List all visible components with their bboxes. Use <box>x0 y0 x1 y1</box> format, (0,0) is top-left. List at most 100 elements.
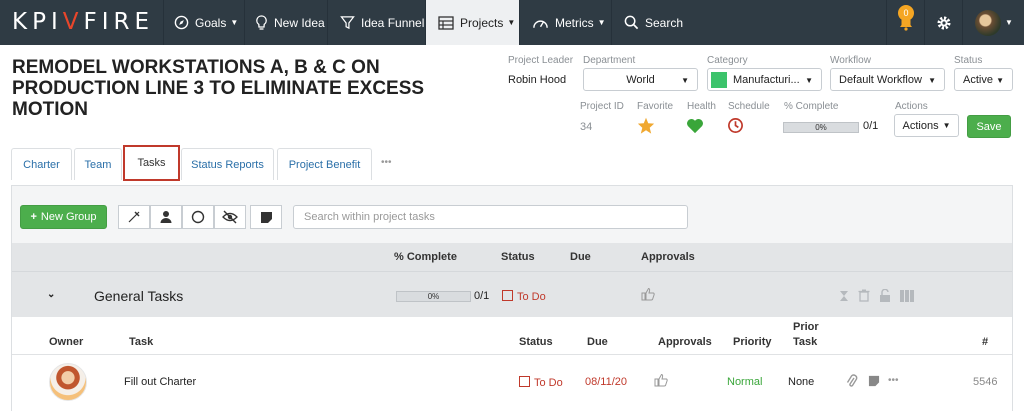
task-prior-task[interactable]: None <box>788 376 814 388</box>
nav-metrics-label: Metrics <box>555 15 594 30</box>
favorite-label: Favorite <box>637 101 674 112</box>
project-progress-bar: 0% <box>783 122 859 133</box>
checkbox-icon <box>519 376 530 387</box>
category-select[interactable]: Manufacturi... ▼ <box>707 68 822 91</box>
notification-count-badge: 0 <box>898 5 914 21</box>
compass-icon <box>174 15 189 30</box>
group-status[interactable]: To Do <box>502 290 546 303</box>
gauge-icon <box>532 16 549 30</box>
department-select[interactable]: World ▼ <box>583 68 698 91</box>
project-leader-value: Robin Hood <box>508 74 567 86</box>
status-value: Active <box>963 73 993 86</box>
nav-projects-label: Projects <box>460 15 504 30</box>
sticky-note-icon[interactable] <box>868 375 880 387</box>
schedule-label: Schedule <box>728 101 770 112</box>
sticky-note-icon <box>260 211 272 223</box>
actions-button[interactable]: Actions ▼ <box>894 114 959 137</box>
settings-button[interactable] <box>924 0 962 45</box>
nav-goals-label: Goals <box>195 15 227 30</box>
task-search-input[interactable]: Search within project tasks <box>293 205 688 229</box>
kpifire-logo[interactable]: KPIVFIRE <box>12 9 154 35</box>
tab-tasks[interactable]: Tasks <box>123 145 180 181</box>
collapse-chevron-icon[interactable]: ⌄ <box>47 289 55 300</box>
owner-filter-button[interactable] <box>150 205 182 229</box>
more-options-icon[interactable]: ••• <box>888 375 899 386</box>
status-filter-button[interactable] <box>182 205 214 229</box>
task-priority[interactable]: Normal <box>727 376 762 388</box>
group-progress-count: 0/1 <box>474 290 490 302</box>
col-approvals-header: Approvals <box>641 251 695 263</box>
tab-status-reports[interactable]: Status Reports <box>181 148 274 180</box>
notes-button[interactable] <box>250 205 282 229</box>
trash-icon[interactable] <box>858 289 870 302</box>
col-due-header: Due <box>570 251 591 263</box>
task-due-date[interactable]: 08/11/20 <box>585 376 627 388</box>
task-table-header <box>12 317 1012 355</box>
col-task-header: Task <box>129 336 154 348</box>
col-status-header: Status <box>501 251 535 263</box>
nav-goals[interactable]: Goals ▼ <box>163 0 244 45</box>
pin-filter-button[interactable] <box>118 205 150 229</box>
task-status[interactable]: To Do <box>519 376 563 389</box>
new-group-label: New Group <box>40 211 97 223</box>
nav-search[interactable]: Search <box>611 0 701 45</box>
col-prior-task-header-line1: Prior <box>793 321 819 333</box>
new-group-button[interactable]: + New Group <box>20 205 107 229</box>
more-tabs-icon[interactable]: ••• <box>381 157 392 168</box>
category-color-swatch <box>711 71 727 88</box>
chevron-down-icon: ▼ <box>681 76 689 85</box>
department-label: Department <box>583 55 636 66</box>
health-label: Health <box>687 101 716 112</box>
checkbox-icon <box>502 290 513 301</box>
lightbulb-icon <box>255 14 268 31</box>
nav-idea-funnel-label: Idea Funnel <box>361 15 425 30</box>
funnel-icon <box>340 15 355 30</box>
nav-idea-funnel[interactable]: Idea Funnel <box>327 0 425 45</box>
nav-metrics[interactable]: Metrics ▼ <box>519 0 611 45</box>
hourglass-icon[interactable] <box>839 290 849 302</box>
project-id-label: Project ID <box>580 101 624 112</box>
thumbs-up-icon[interactable] <box>654 373 668 387</box>
actions-label: Actions <box>895 101 928 112</box>
col-task-approvals-header: Approvals <box>658 336 712 348</box>
archive-icon[interactable] <box>899 289 915 302</box>
tab-project-benefit[interactable]: Project Benefit <box>277 148 372 180</box>
save-button[interactable]: Save <box>967 115 1011 138</box>
col-number-header: # <box>982 336 989 348</box>
department-value: World <box>626 73 655 86</box>
complete-label: % Complete <box>784 101 839 112</box>
task-number: 5546 <box>973 376 998 388</box>
chevron-down-icon: ▼ <box>805 76 813 85</box>
project-progress-count: 0/1 <box>863 120 879 132</box>
group-progress-bar: 0% <box>396 291 471 302</box>
tab-team[interactable]: Team <box>74 148 122 180</box>
owner-avatar[interactable] <box>49 363 87 401</box>
category-label: Category <box>707 55 748 66</box>
thumbs-up-icon[interactable] <box>641 287 655 301</box>
pin-icon <box>128 211 140 223</box>
status-select[interactable]: Active ▼ <box>954 68 1013 91</box>
top-navbar: KPIVFIRE Goals ▼ New Idea Idea Funnel Pro… <box>0 0 1024 45</box>
tab-charter[interactable]: Charter <box>11 148 72 180</box>
unlock-icon[interactable] <box>879 289 891 302</box>
group-name[interactable]: General Tasks <box>94 288 183 304</box>
col-task-status-header: Status <box>519 336 553 348</box>
workflow-select[interactable]: Default Workflow ▼ <box>830 68 945 91</box>
col-priority-header: Priority <box>733 336 772 348</box>
hide-completed-button[interactable] <box>214 205 246 229</box>
nav-projects[interactable]: Projects ▼ <box>425 0 519 45</box>
task-status-label: To Do <box>534 377 563 389</box>
star-icon[interactable] <box>637 117 655 134</box>
col-complete-header: % Complete <box>394 251 457 263</box>
workflow-value: Default Workflow <box>839 73 922 86</box>
heart-icon <box>687 118 703 134</box>
group-status-label: To Do <box>517 291 546 303</box>
nav-new-idea[interactable]: New Idea <box>244 0 327 45</box>
project-leader-label: Project Leader <box>508 55 574 66</box>
paperclip-icon[interactable] <box>846 374 858 388</box>
user-menu[interactable]: ▼ <box>962 0 1024 45</box>
task-name[interactable]: Fill out Charter <box>124 376 196 388</box>
search-icon <box>624 15 639 30</box>
user-avatar <box>975 9 1001 36</box>
category-value: Manufacturi... <box>733 73 800 86</box>
